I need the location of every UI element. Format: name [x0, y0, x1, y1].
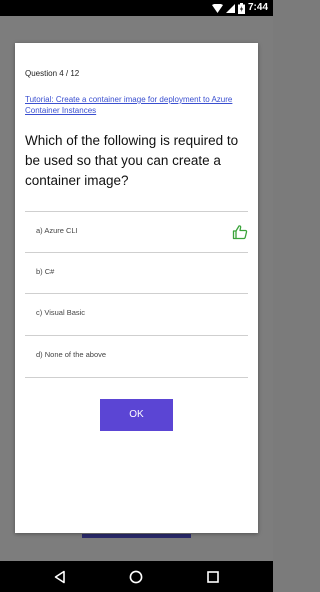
battery-icon: [237, 2, 245, 14]
recents-icon[interactable]: [205, 569, 221, 585]
option-c[interactable]: c) Visual Basic: [25, 294, 248, 334]
tutorial-link[interactable]: Tutorial: Create a container image for d…: [25, 94, 253, 116]
background-app-bar: [82, 534, 191, 538]
status-time: 7:44: [247, 2, 268, 13]
option-label: d) None of the above: [36, 350, 107, 359]
status-bar: 7:44: [0, 0, 273, 16]
question-text: Which of the following is required to be…: [25, 133, 239, 188]
home-icon[interactable]: [128, 569, 144, 585]
option-label: a) Azure CLI: [36, 226, 78, 235]
status-icons: 7:44: [211, 1, 268, 15]
ok-button[interactable]: OK: [100, 399, 173, 431]
signal-icon: [225, 3, 235, 13]
option-b[interactable]: b) C#: [25, 253, 248, 293]
option-label: c) Visual Basic: [36, 308, 86, 317]
option-d[interactable]: d) None of the above: [25, 336, 248, 376]
divider: [25, 377, 248, 378]
question-dialog: Question 4 / 12 Tutorial: Create a conta…: [15, 43, 258, 533]
navigation-bar: [0, 561, 273, 592]
thumbs-up-icon: [232, 224, 248, 240]
question-counter: Question 4 / 12: [25, 69, 80, 78]
option-label: b) C#: [36, 267, 55, 276]
back-icon[interactable]: [52, 569, 68, 585]
option-a[interactable]: a) Azure CLI: [25, 212, 248, 252]
wifi-icon: [211, 3, 223, 13]
